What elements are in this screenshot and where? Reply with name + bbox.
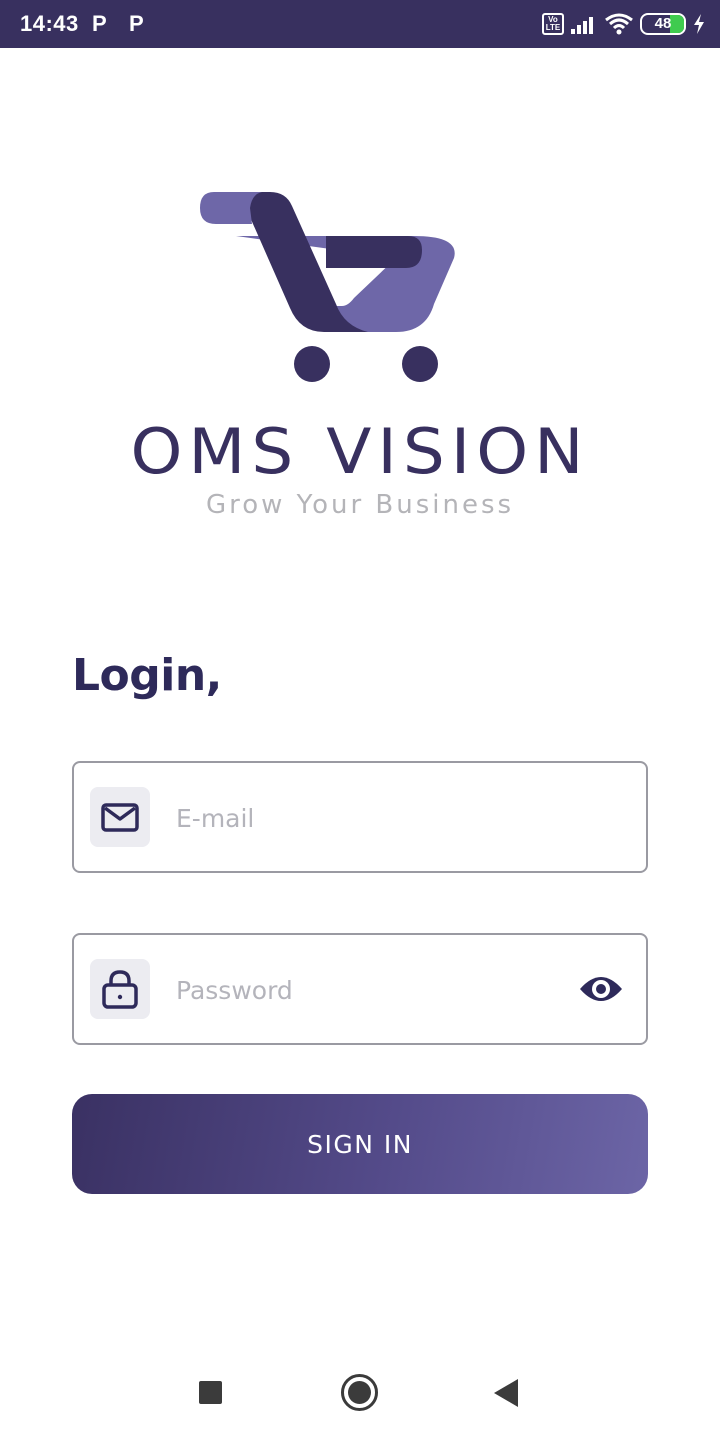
email-input[interactable] bbox=[176, 791, 556, 845]
battery-level: 48 bbox=[654, 15, 672, 32]
mail-icon bbox=[90, 787, 150, 847]
recent-apps-square-icon[interactable] bbox=[199, 1381, 222, 1404]
signal-icon bbox=[571, 17, 593, 34]
email-field[interactable] bbox=[72, 761, 648, 873]
charging-icon bbox=[694, 14, 704, 34]
notification-p-icon: P bbox=[92, 11, 107, 36]
battery-icon: 48 bbox=[640, 13, 686, 35]
home-circle-icon[interactable] bbox=[341, 1374, 378, 1411]
status-indicators: Vo LTE 48 bbox=[542, 10, 706, 38]
wifi-icon bbox=[605, 13, 633, 35]
sign-in-button[interactable]: SIGN IN bbox=[72, 1094, 648, 1194]
status-time: 14:43 bbox=[20, 11, 79, 36]
brand-tagline: Grow Your Business bbox=[205, 490, 515, 520]
navigation-bar bbox=[0, 1350, 720, 1440]
notification-p-icon: P bbox=[129, 11, 144, 36]
volte-icon: Vo LTE bbox=[542, 13, 564, 35]
cart-logo-icon bbox=[200, 192, 455, 382]
status-bar: 14:43 P P Vo LTE 48 bbox=[0, 0, 720, 48]
lock-icon bbox=[90, 959, 150, 1019]
eye-icon[interactable] bbox=[578, 969, 624, 1009]
password-field[interactable] bbox=[72, 933, 648, 1045]
brand-name: OMS VISION bbox=[130, 414, 590, 489]
back-triangle-icon[interactable] bbox=[494, 1379, 518, 1407]
page-title: Login, bbox=[72, 650, 222, 701]
password-input[interactable] bbox=[176, 963, 556, 1017]
